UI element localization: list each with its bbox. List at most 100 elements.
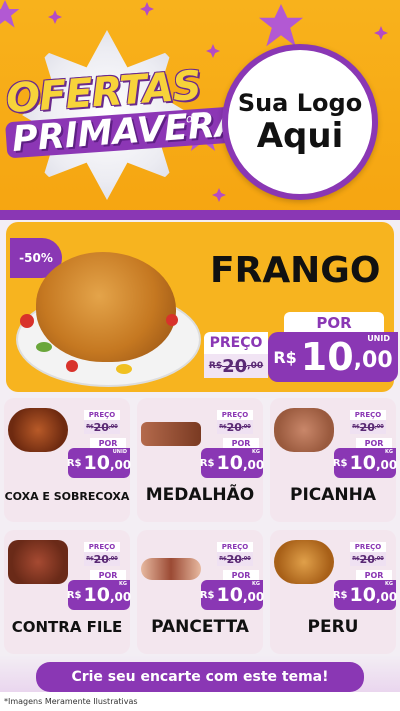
old-price: R$ 20,00 <box>217 552 253 566</box>
preco-label: PREÇO <box>350 542 386 552</box>
old-price-dec: ,00 <box>247 361 264 371</box>
por-label: POR <box>356 438 392 448</box>
new-price: R$ 10,00 KG <box>199 580 264 610</box>
product-card[interactable]: PREÇO R$ 20,00 POR R$ 10,00 KG CONTRA FILE <box>4 530 132 654</box>
price-int: 10 <box>216 452 243 474</box>
preco-label: PREÇO <box>350 410 386 420</box>
old-currency: R$ <box>219 424 227 430</box>
purple-flower-icon <box>0 0 20 28</box>
old-currency: R$ <box>352 556 360 562</box>
herb-icon <box>36 342 52 352</box>
price-dec: ,00 <box>353 347 393 373</box>
currency: R$ <box>332 589 348 601</box>
new-price: R$ 10 ,00 UNID <box>268 332 398 382</box>
old-price-dec: ,00 <box>108 424 118 430</box>
old-currency: R$ <box>86 556 94 562</box>
turkey-image <box>274 540 334 584</box>
old-price-int: 20 <box>93 552 109 566</box>
new-price: R$ 10,00 UNID <box>66 448 132 478</box>
old-price-dec: ,00 <box>241 556 251 562</box>
logo-line-1: Sua Logo <box>237 89 363 117</box>
old-currency: R$ <box>208 361 223 371</box>
product-card[interactable]: PREÇO R$ 20,00 POR R$ 10,00 KG PANCETTA <box>137 530 264 654</box>
currency: R$ <box>199 589 215 601</box>
product-card[interactable]: PREÇO R$ 20,00 POR R$ 10,00 KG PICANHA <box>270 398 398 522</box>
currency: R$ <box>199 457 215 469</box>
por-label: POR <box>90 570 126 580</box>
por-label: POR <box>284 312 384 334</box>
price-int: 10 <box>349 584 376 606</box>
preco-label: PREÇO <box>217 410 253 420</box>
old-currency: R$ <box>352 424 360 430</box>
product-name: CONTRA FILE <box>11 618 123 636</box>
product-name: MEDALHÃO <box>145 485 255 505</box>
unit-label: UNID <box>367 334 390 343</box>
old-price: R$ 20 ,00 <box>204 354 268 378</box>
price-dec: ,00 <box>242 457 265 472</box>
old-price-int: 20 <box>222 355 248 377</box>
page-title: OFERTAS PRIMAVERA da <box>5 63 250 160</box>
product-card[interactable]: PREÇO R$ 20,00 POR R$ 10,00 KG PERU <box>270 530 398 654</box>
price-int: 10 <box>83 584 110 606</box>
preco-label: PREÇO <box>84 542 120 552</box>
product-name: PICANHA <box>289 485 377 505</box>
unit-label: KG <box>252 449 260 455</box>
price-int: 10 <box>349 452 376 474</box>
petal-icon <box>140 2 154 16</box>
price-dec: ,00 <box>375 457 398 472</box>
product-name: FRANGO <box>210 250 381 291</box>
new-price: R$ 10,00 KG <box>199 448 265 478</box>
new-price: R$ 10,00 KG <box>66 580 132 610</box>
product-card[interactable]: PREÇO R$ 20,00 POR R$ 10,00 UNID COXA E SOB… <box>4 398 132 522</box>
roast-chicken-image <box>36 252 176 362</box>
picanha-image <box>274 408 334 452</box>
price-dec: ,00 <box>375 589 398 604</box>
currency: R$ <box>332 457 348 469</box>
medallion-image <box>141 422 201 446</box>
preco-label: PREÇO <box>217 542 253 552</box>
tomato-icon <box>66 360 78 372</box>
old-price-dec: ,00 <box>108 556 118 562</box>
pancetta-image <box>141 558 201 580</box>
steak-image <box>8 540 68 584</box>
unit-label: KG <box>119 581 127 587</box>
currency: R$ <box>66 457 82 469</box>
logo-placeholder[interactable]: Sua Logo Aqui <box>222 44 378 200</box>
old-currency: R$ <box>219 556 227 562</box>
header-banner: OFERTAS PRIMAVERA da Sua Logo Aqui <box>0 0 400 216</box>
old-price-int: 20 <box>226 552 242 566</box>
title-da: da <box>185 111 201 126</box>
petal-icon <box>206 44 220 58</box>
preco-label: PREÇO <box>204 332 268 354</box>
tomato-icon <box>166 314 178 326</box>
logo-line-2: Aqui <box>256 116 344 156</box>
preco-label: PREÇO <box>84 410 120 420</box>
featured-product-card[interactable]: -50% FRANGO PREÇO R$ 20 ,00 POR R$ 10 ,0… <box>6 222 398 392</box>
old-price-int: 20 <box>359 552 375 566</box>
old-price-dec: ,00 <box>374 424 384 430</box>
por-label: POR <box>223 570 259 580</box>
new-price: R$ 10,00 KG <box>332 448 398 478</box>
old-price: R$ 20,00 <box>350 552 386 566</box>
petal-icon <box>212 188 226 202</box>
unit-label: KG <box>252 581 260 587</box>
old-price: R$ 20,00 <box>84 552 120 566</box>
price-dec: ,00 <box>109 589 132 604</box>
price-dec: ,00 <box>109 457 132 472</box>
currency: R$ <box>273 347 297 367</box>
por-label: POR <box>356 570 392 580</box>
pepper-icon <box>116 364 132 374</box>
petal-icon <box>374 26 388 40</box>
price-int: 10 <box>300 335 354 379</box>
currency: R$ <box>66 589 82 601</box>
old-price-int: 20 <box>93 420 109 434</box>
chicken-thigh-image <box>8 408 68 452</box>
create-flyer-button[interactable]: Crie seu encarte com este tema! <box>36 662 364 692</box>
product-card[interactable]: PREÇO R$ 20,00 POR R$ 10,00 KG MEDALHÃO <box>137 398 265 522</box>
unit-label: KG <box>385 449 393 455</box>
unit-label: KG <box>385 581 393 587</box>
price-int: 10 <box>216 584 243 606</box>
old-price-dec: ,00 <box>374 556 384 562</box>
old-price: R$ 20,00 <box>350 420 386 434</box>
old-price-int: 20 <box>226 420 242 434</box>
